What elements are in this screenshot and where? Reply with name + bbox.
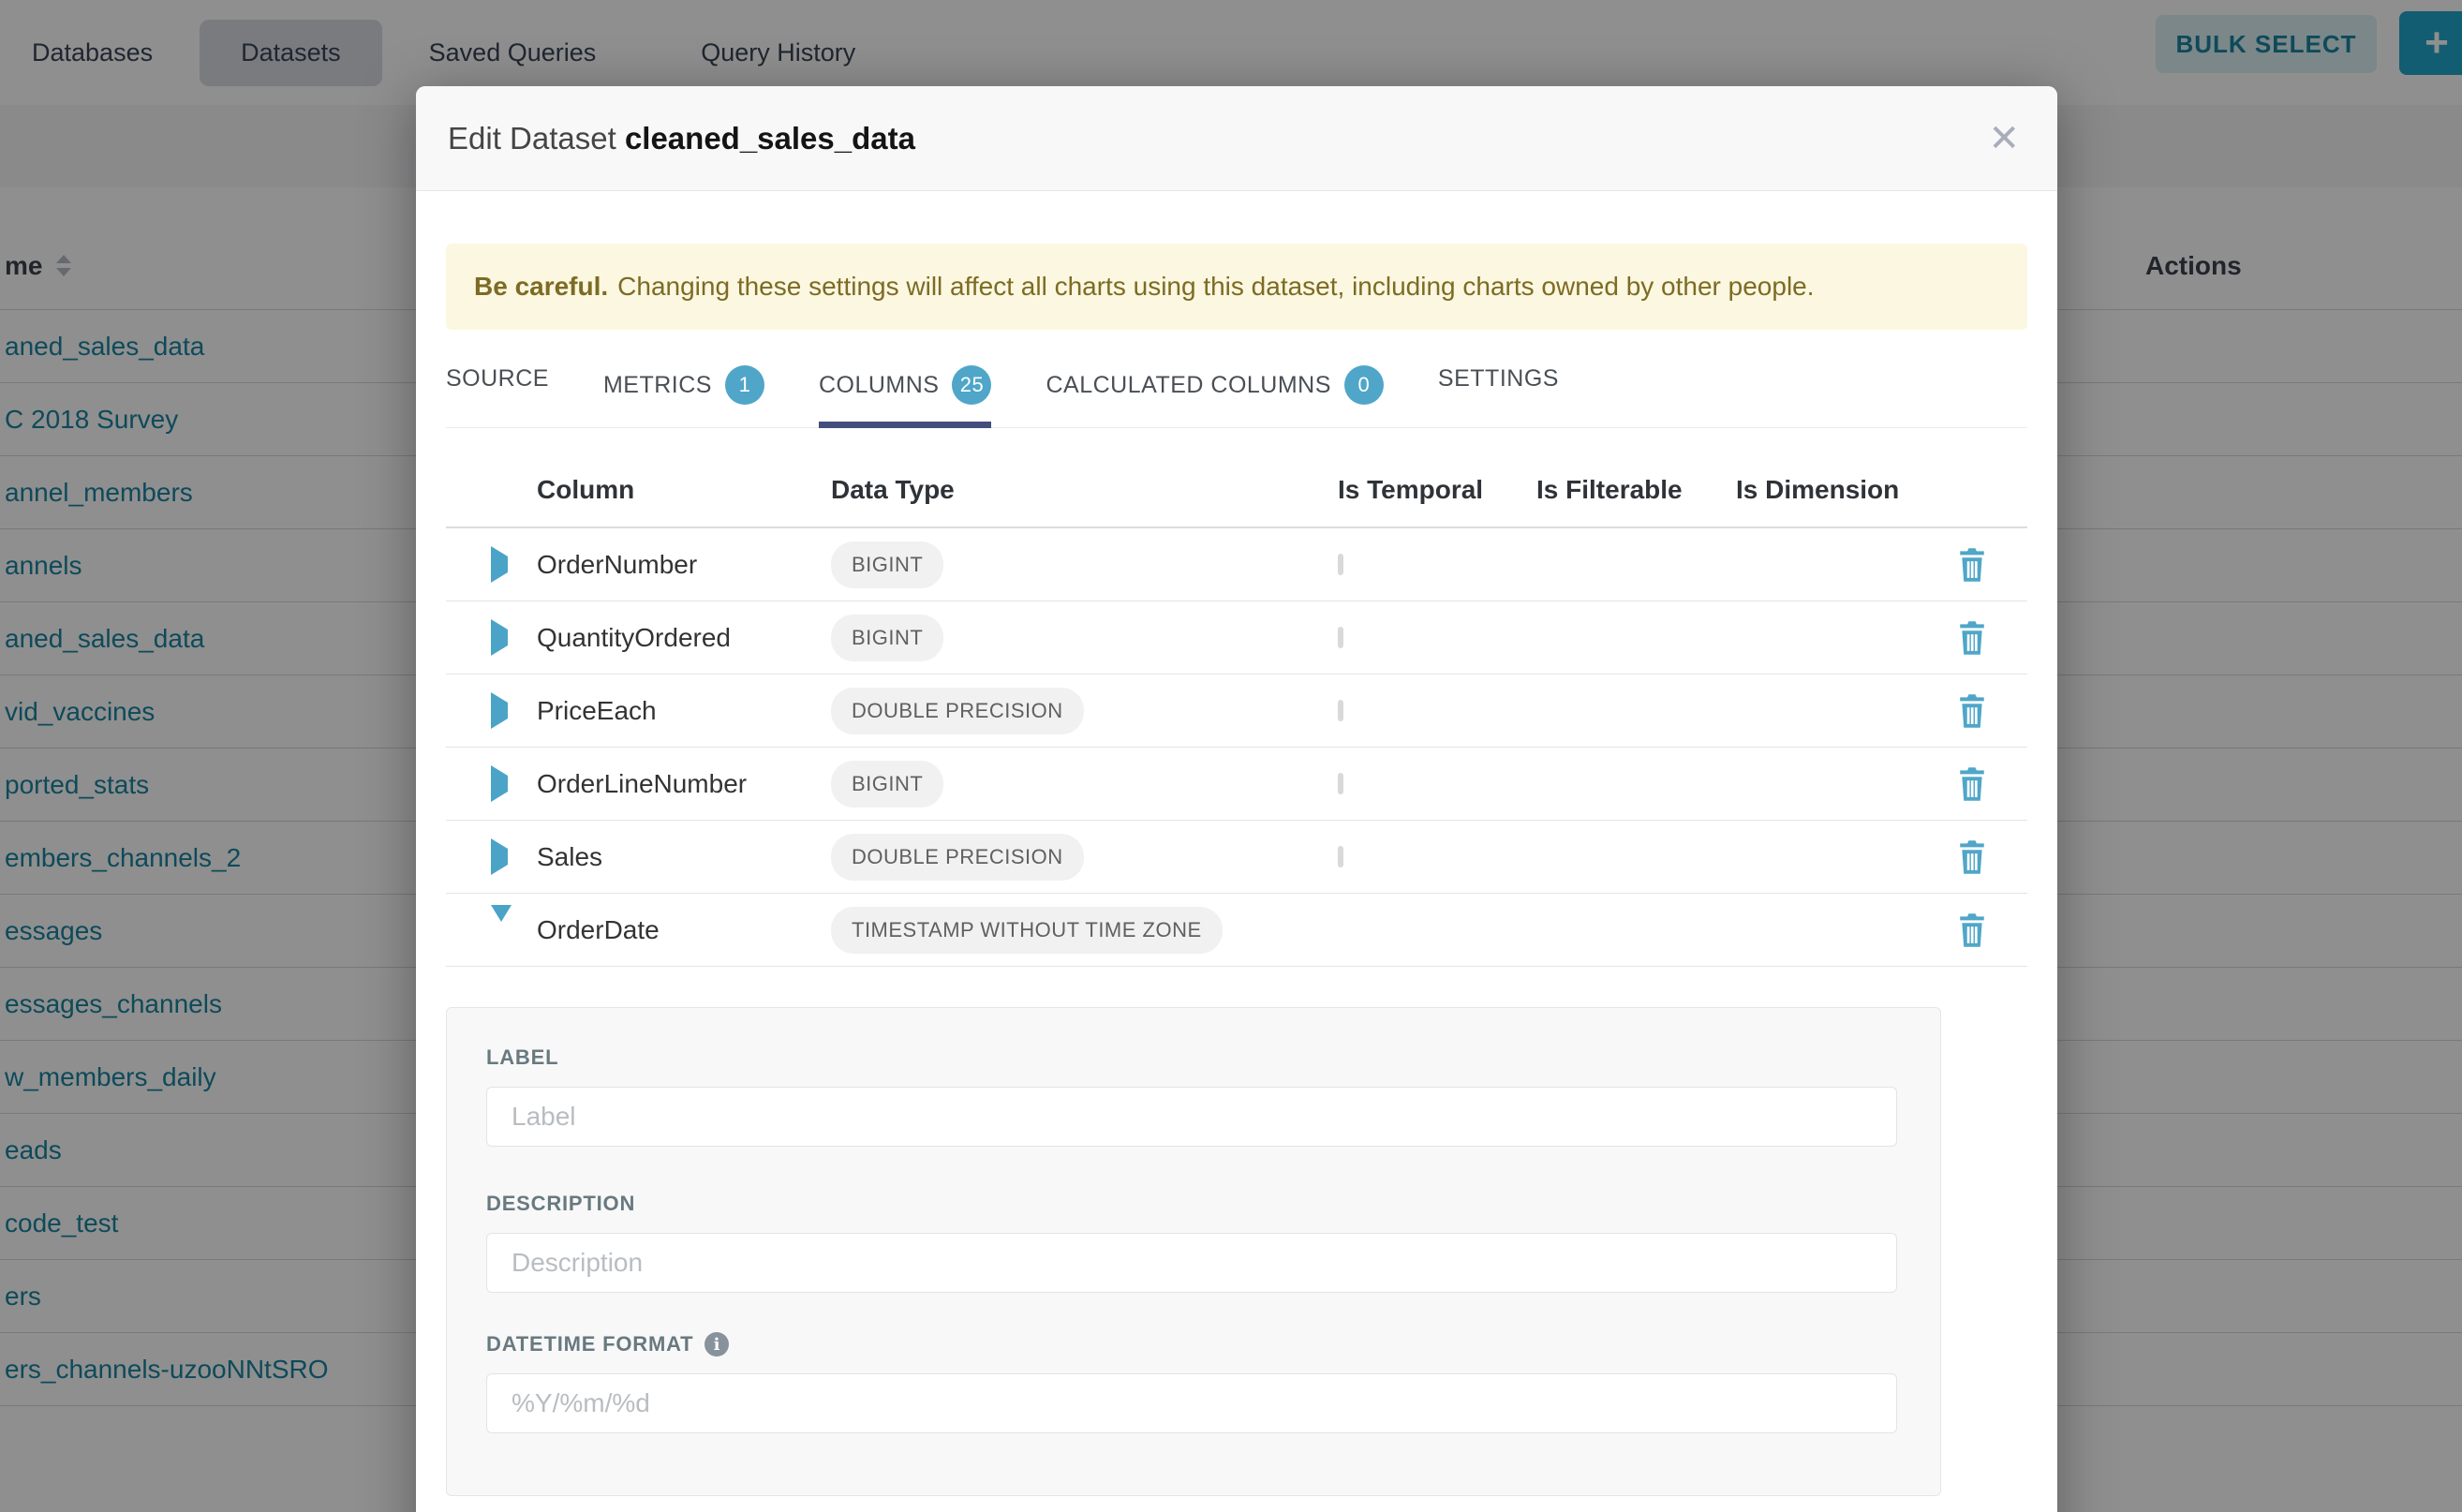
delete-column-button[interactable] (1956, 838, 2027, 876)
collapse-caret-icon[interactable] (491, 905, 512, 938)
tab-metrics[interactable]: METRICS 1 (603, 365, 764, 427)
label-input[interactable] (486, 1087, 1897, 1147)
is-temporal-checkbox[interactable] (1338, 773, 1343, 794)
delete-column-button[interactable] (1956, 546, 2027, 584)
data-type-pill: BIGINT (831, 541, 943, 588)
column-name: OrderLineNumber (537, 769, 831, 799)
calculated-columns-count-badge: 0 (1344, 365, 1384, 405)
tab-settings[interactable]: SETTINGS (1438, 365, 1559, 415)
datetime-format-field-label: DATETIME FORMAT i (486, 1332, 1897, 1356)
tab-calculated-columns[interactable]: CALCULATED COLUMNS 0 (1046, 365, 1383, 427)
datetime-format-input[interactable] (486, 1373, 1897, 1433)
column-name: OrderDate (537, 915, 831, 945)
column-row: QuantityOrdered BIGINT (446, 601, 2027, 674)
warning-banner: Be careful. Changing these settings will… (446, 244, 2027, 330)
column-row-expanded: OrderDate TIMESTAMP WITHOUT TIME ZONE (446, 894, 2027, 967)
delete-column-button[interactable] (1956, 619, 2027, 657)
data-type-pill: BIGINT (831, 615, 943, 661)
column-name: Sales (537, 842, 831, 872)
trash-icon (1956, 765, 1988, 803)
screen: Databases Datasets Saved Queries Query H… (0, 0, 2462, 1512)
metrics-count-badge: 1 (725, 365, 764, 405)
warning-text: Changing these settings will affect all … (617, 272, 1814, 302)
column-name: OrderNumber (537, 550, 831, 580)
expand-caret-icon[interactable] (491, 838, 508, 875)
edit-dataset-modal: Edit Dataset cleaned_sales_data ✕ Be car… (416, 86, 2057, 1512)
trash-icon (1956, 838, 1988, 876)
data-type-pill: DOUBLE PRECISION (831, 834, 1084, 881)
expand-caret-icon[interactable] (491, 692, 508, 729)
delete-column-button[interactable] (1956, 765, 2027, 803)
trash-icon (1956, 546, 1988, 584)
data-type-pill: BIGINT (831, 761, 943, 808)
is-temporal-checkbox[interactable] (1338, 846, 1343, 867)
columns-table-header: Column Data Type Is Temporal Is Filterab… (446, 453, 2027, 528)
close-icon[interactable]: ✕ (1988, 120, 2020, 157)
header-is-dimension: Is Dimension (1736, 475, 1956, 505)
column-name: QuantityOrdered (537, 623, 831, 653)
expand-caret-icon[interactable] (491, 619, 508, 656)
column-row: PriceEach DOUBLE PRECISION (446, 674, 2027, 748)
column-row: OrderNumber BIGINT (446, 528, 2027, 601)
column-row: Sales DOUBLE PRECISION (446, 821, 2027, 894)
info-icon[interactable]: i (704, 1332, 729, 1356)
header-data-type: Data Type (831, 475, 1338, 505)
expand-caret-icon[interactable] (491, 765, 508, 802)
tab-columns[interactable]: COLUMNS 25 (819, 365, 992, 427)
column-detail-panel: LABEL DESCRIPTION DATETIME FORMAT i (446, 1007, 1941, 1496)
is-temporal-checkbox[interactable] (1338, 627, 1343, 648)
delete-column-button[interactable] (1956, 912, 2027, 949)
header-is-temporal: Is Temporal (1338, 475, 1536, 505)
column-name: PriceEach (537, 696, 831, 726)
columns-table: Column Data Type Is Temporal Is Filterab… (446, 453, 2027, 967)
delete-column-button[interactable] (1956, 692, 2027, 730)
tab-source[interactable]: SOURCE (446, 365, 549, 415)
trash-icon (1956, 619, 1988, 657)
description-input[interactable] (486, 1233, 1897, 1293)
description-field-label: DESCRIPTION (486, 1192, 1897, 1216)
label-field-label: LABEL (486, 1045, 1897, 1070)
data-type-pill: TIMESTAMP WITHOUT TIME ZONE (831, 907, 1223, 954)
trash-icon (1956, 692, 1988, 730)
modal-body: Be careful. Changing these settings will… (416, 244, 2057, 1496)
header-column: Column (537, 475, 831, 505)
columns-count-badge: 25 (952, 365, 991, 405)
header-is-filterable: Is Filterable (1536, 475, 1736, 505)
dataset-name: cleaned_sales_data (625, 121, 915, 156)
is-temporal-checkbox[interactable] (1338, 700, 1343, 721)
modal-tabs: SOURCE METRICS 1 COLUMNS 25 CALCULATED C… (446, 365, 2027, 428)
column-row: OrderLineNumber BIGINT (446, 748, 2027, 821)
expand-caret-icon[interactable] (491, 546, 508, 583)
is-temporal-checkbox[interactable] (1338, 554, 1343, 575)
warning-bold: Be careful. (474, 272, 608, 302)
data-type-pill: DOUBLE PRECISION (831, 688, 1084, 734)
modal-title: Edit Dataset cleaned_sales_data (448, 121, 915, 156)
modal-header: Edit Dataset cleaned_sales_data ✕ (416, 86, 2057, 191)
trash-icon (1956, 912, 1988, 949)
